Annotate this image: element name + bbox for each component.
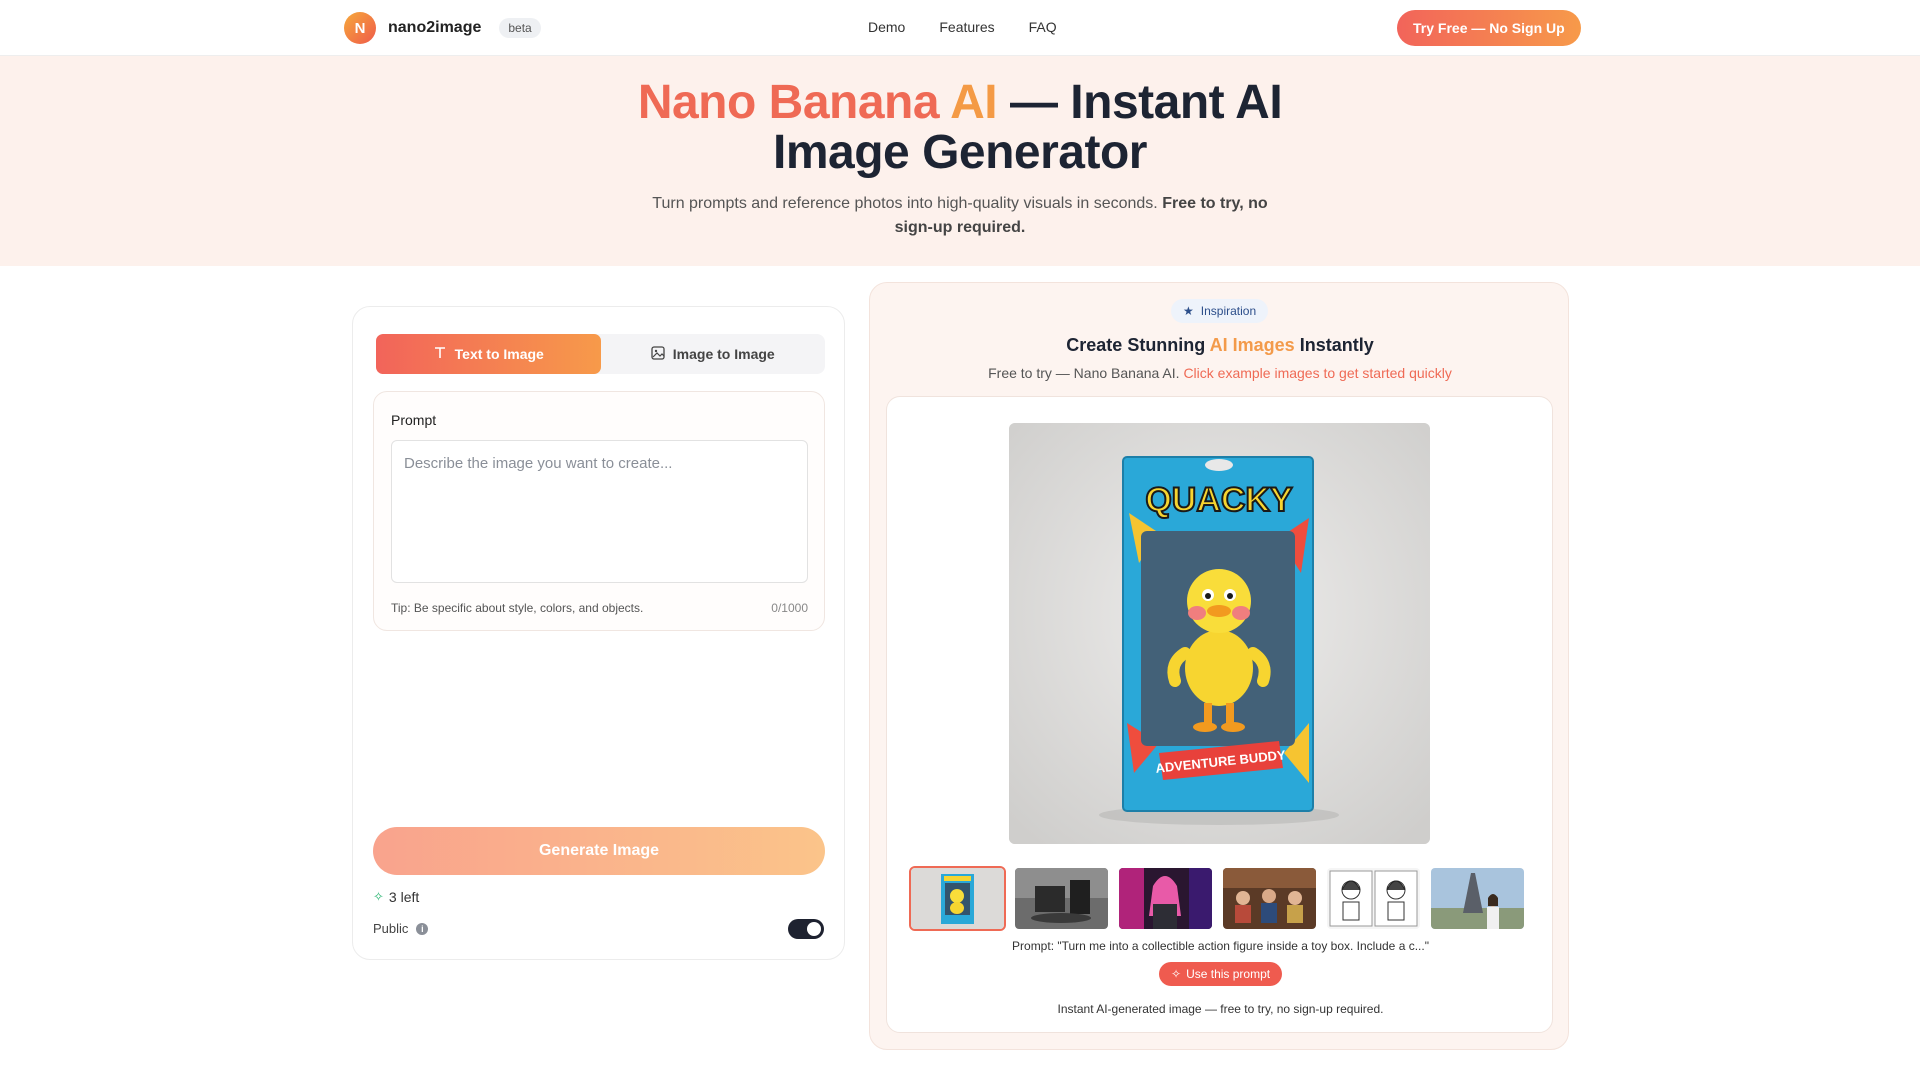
brand-name: nano2image xyxy=(388,19,482,36)
example-footer: Instant AI-generated image — free to try… xyxy=(1057,1002,1384,1016)
tab-label: Image to Image xyxy=(672,346,775,362)
title-post: Instantly xyxy=(1299,335,1374,355)
page-title: Nano Banana AI — Instant AI Image Genera… xyxy=(600,78,1320,178)
sparkle-icon: ✧ xyxy=(373,889,384,904)
thumbnail-family-room[interactable] xyxy=(1221,866,1318,931)
public-setting: Public i xyxy=(373,921,429,936)
inspiration-subtitle: Free to try — Nano Banana AI. Click exam… xyxy=(870,365,1570,381)
title-part-1: Nano Banana xyxy=(637,76,940,129)
nav-links: Demo Features FAQ xyxy=(868,19,1057,35)
try-free-button[interactable]: Try Free — No Sign Up xyxy=(1397,10,1581,46)
beta-badge: beta xyxy=(499,18,541,38)
sparkle-icon: ✧ xyxy=(1171,967,1182,981)
thumbnail-neon-portrait[interactable] xyxy=(1117,866,1214,931)
nav-link-faq[interactable]: FAQ xyxy=(1029,19,1057,35)
public-label: Public xyxy=(373,921,409,936)
hero: Nano Banana AI — Instant AI Image Genera… xyxy=(0,56,1920,266)
inspiration-panel: ★ Inspiration Create Stunning AI Images … xyxy=(869,282,1569,1050)
mode-tabs: Text to Image Image to Image xyxy=(376,334,825,374)
subtitle-text: Turn prompts and reference photos into h… xyxy=(652,195,1158,212)
prompt-input[interactable] xyxy=(391,440,808,583)
logo: N xyxy=(344,12,376,44)
public-toggle[interactable] xyxy=(788,919,824,939)
brand[interactable]: N nano2image beta xyxy=(344,12,541,44)
top-nav: N nano2image beta Demo Features FAQ Try … xyxy=(0,0,1920,56)
generate-button[interactable]: Generate Image xyxy=(373,827,825,875)
prompt-card: Prompt Tip: Be specific about style, col… xyxy=(373,391,825,631)
examples-link[interactable]: Click example images to get started quic… xyxy=(1183,365,1451,381)
example-image: QUACKY ADVENTURE BUDDY xyxy=(1009,423,1430,844)
title-pre: Create Stunning xyxy=(1066,335,1206,355)
thumbnail-photo-studio[interactable] xyxy=(1013,866,1110,931)
title-highlight: AI Images xyxy=(1209,335,1295,355)
tab-label: Text to Image xyxy=(454,346,544,362)
badge-label: Inspiration xyxy=(1200,304,1257,318)
inspiration-title: Create Stunning AI Images Instantly xyxy=(870,335,1570,356)
box-brand-text: QUACKY xyxy=(1145,481,1293,519)
char-count: 0/1000 xyxy=(771,601,808,615)
use-prompt-label: Use this prompt xyxy=(1186,967,1271,981)
generator-panel: Text to Image Image to Image Prompt Tip:… xyxy=(352,306,845,960)
thumbnail-eiffel-tower[interactable] xyxy=(1429,866,1526,931)
tab-text-to-image[interactable]: Text to Image xyxy=(376,334,601,374)
nav-link-demo[interactable]: Demo xyxy=(868,19,905,35)
prompt-label: Prompt xyxy=(391,412,437,428)
example-thumbnails xyxy=(909,866,1526,931)
tab-image-to-image[interactable]: Image to Image xyxy=(601,334,826,374)
thumbnail-sketch-portraits[interactable] xyxy=(1325,866,1422,931)
image-icon xyxy=(651,345,665,363)
inspiration-badge: ★ Inspiration xyxy=(1171,299,1269,323)
star-icon: ★ xyxy=(1183,304,1194,318)
use-prompt-button[interactable]: ✧ Use this prompt xyxy=(1159,962,1283,986)
sub-pre: Free to try — Nano Banana AI. xyxy=(988,365,1180,381)
thumbnail-action-figure[interactable] xyxy=(909,866,1006,931)
info-icon[interactable]: i xyxy=(416,922,429,935)
nav-link-features[interactable]: Features xyxy=(939,19,994,35)
credits-text: 3 left xyxy=(388,889,420,905)
title-part-2: AI xyxy=(950,76,998,129)
hero-subtitle: Turn prompts and reference photos into h… xyxy=(635,192,1285,240)
prompt-tip: Tip: Be specific about style, colors, an… xyxy=(391,601,644,615)
credits-remaining: ✧ 3 left xyxy=(373,889,419,905)
example-card: QUACKY ADVENTURE BUDDY Prompt: "Turn me … xyxy=(886,396,1553,1033)
text-icon xyxy=(433,346,447,363)
example-prompt: Prompt: "Turn me into a collectible acti… xyxy=(1012,939,1429,953)
